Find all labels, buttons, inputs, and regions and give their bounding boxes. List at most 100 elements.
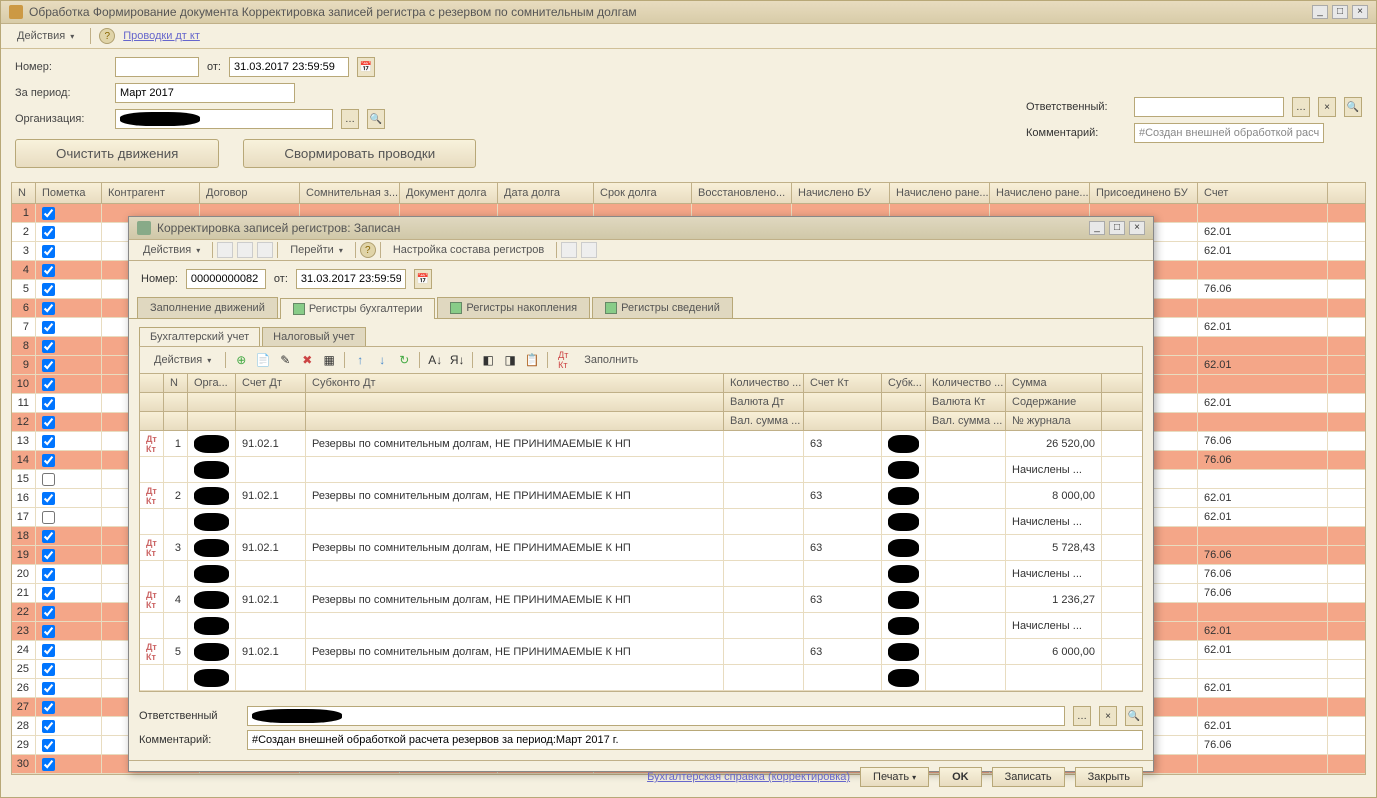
row-checkbox[interactable] bbox=[42, 264, 55, 277]
help-icon-2[interactable]: ? bbox=[360, 242, 376, 258]
main-col-7[interactable]: Срок долга bbox=[594, 183, 692, 203]
inner-col-1-2[interactable] bbox=[188, 393, 236, 411]
clear-movements-button[interactable]: Очистить движения bbox=[15, 139, 219, 168]
inner-col-1-9[interactable]: Содержание bbox=[1006, 393, 1102, 411]
toolbar-icon-1[interactable] bbox=[217, 242, 233, 258]
fill-button[interactable]: Заполнить bbox=[576, 352, 646, 368]
tab-2[interactable]: Регистры накопления bbox=[437, 297, 590, 318]
main-col-6[interactable]: Дата долга bbox=[498, 183, 594, 203]
row-checkbox[interactable] bbox=[42, 302, 55, 315]
row-checkbox[interactable] bbox=[42, 454, 55, 467]
inner-col-0-7[interactable]: Субк... bbox=[882, 374, 926, 392]
inner-comment-input[interactable] bbox=[247, 730, 1143, 750]
grid-icon[interactable]: ▦ bbox=[320, 351, 338, 369]
goto-menu[interactable]: Перейти bbox=[282, 242, 351, 258]
inner-row[interactable]: ДтКт591.02.1Резервы по сомнительным долг… bbox=[140, 639, 1142, 665]
toolbar-icon-4[interactable] bbox=[561, 242, 577, 258]
inner-col-1-0[interactable] bbox=[140, 393, 164, 411]
row-checkbox[interactable] bbox=[42, 283, 55, 296]
main-col-13[interactable]: Счет bbox=[1198, 183, 1328, 203]
inner-number-input[interactable] bbox=[186, 269, 266, 289]
inner-col-0-3[interactable]: Счет Дт bbox=[236, 374, 306, 392]
inner-row[interactable]: ДтКт391.02.1Резервы по сомнительным долг… bbox=[140, 535, 1142, 561]
row-checkbox[interactable] bbox=[42, 435, 55, 448]
inner-resp-search-icon[interactable]: 🔍 bbox=[1125, 706, 1143, 726]
tab-1[interactable]: Регистры бухгалтерии bbox=[280, 298, 436, 319]
inner-col-2-8[interactable]: Вал. сумма ... bbox=[926, 412, 1006, 430]
inner-maximize-button[interactable]: □ bbox=[1109, 221, 1125, 235]
main-col-1[interactable]: Пометка bbox=[36, 183, 102, 203]
icon-7[interactable]: ◨ bbox=[501, 351, 519, 369]
inner-col-2-1[interactable] bbox=[164, 412, 188, 430]
close-button[interactable]: × bbox=[1352, 5, 1368, 19]
row-checkbox[interactable] bbox=[42, 568, 55, 581]
inner-row[interactable]: ДтКт491.02.1Резервы по сомнительным долг… bbox=[140, 587, 1142, 613]
main-col-4[interactable]: Сомнительная з... bbox=[300, 183, 400, 203]
inner-row-2[interactable]: Начислены ... bbox=[140, 509, 1142, 535]
inner-col-0-4[interactable]: Субконто Дт bbox=[306, 374, 724, 392]
row-checkbox[interactable] bbox=[42, 416, 55, 429]
grid-actions-menu[interactable]: Действия bbox=[146, 352, 219, 368]
row-checkbox[interactable] bbox=[42, 701, 55, 714]
copy-icon[interactable]: 📄 bbox=[254, 351, 272, 369]
main-col-9[interactable]: Начислено БУ bbox=[792, 183, 890, 203]
inner-from-input[interactable] bbox=[296, 269, 406, 289]
main-col-10[interactable]: Начислено ране... bbox=[890, 183, 990, 203]
inner-col-1-4[interactable] bbox=[306, 393, 724, 411]
inner-col-1-6[interactable] bbox=[804, 393, 882, 411]
minimize-button[interactable]: _ bbox=[1312, 5, 1328, 19]
inner-row-2[interactable]: Начислены ... bbox=[140, 457, 1142, 483]
inner-col-0-0[interactable] bbox=[140, 374, 164, 392]
main-col-8[interactable]: Восстановлено... bbox=[692, 183, 792, 203]
resp-clear-button[interactable]: × bbox=[1318, 97, 1336, 117]
calendar-icon[interactable]: 📅 bbox=[357, 57, 375, 77]
row-checkbox[interactable] bbox=[42, 321, 55, 334]
toolbar-icon-2[interactable] bbox=[237, 242, 253, 258]
toolbar-icon-5[interactable] bbox=[581, 242, 597, 258]
org-select-button[interactable]: … bbox=[341, 109, 359, 129]
row-checkbox[interactable] bbox=[42, 625, 55, 638]
main-col-5[interactable]: Документ долга bbox=[400, 183, 498, 203]
row-checkbox[interactable] bbox=[42, 340, 55, 353]
icon-6[interactable]: ◧ bbox=[479, 351, 497, 369]
inner-col-2-0[interactable] bbox=[140, 412, 164, 430]
main-col-12[interactable]: Присоединено БУ bbox=[1090, 183, 1198, 203]
save-button[interactable]: Записать bbox=[992, 767, 1065, 787]
comment-input[interactable] bbox=[1134, 123, 1324, 143]
inner-col-0-9[interactable]: Сумма bbox=[1006, 374, 1102, 392]
row-checkbox[interactable] bbox=[42, 207, 55, 220]
help-icon[interactable]: ? bbox=[99, 28, 115, 44]
maximize-button[interactable]: □ bbox=[1332, 5, 1348, 19]
form-provodki-button[interactable]: Свормировать проводки bbox=[243, 139, 476, 168]
row-checkbox[interactable] bbox=[42, 587, 55, 600]
refresh-icon[interactable]: ↻ bbox=[395, 351, 413, 369]
inner-resp-select[interactable]: … bbox=[1073, 706, 1091, 726]
period-input[interactable] bbox=[115, 83, 295, 103]
inner-col-1-5[interactable]: Валюта Дт bbox=[724, 393, 804, 411]
inner-col-0-2[interactable]: Орга... bbox=[188, 374, 236, 392]
inner-col-1-8[interactable]: Валюта Кт bbox=[926, 393, 1006, 411]
resp-select-button[interactable]: … bbox=[1292, 97, 1310, 117]
inner-col-2-9[interactable]: № журнала bbox=[1006, 412, 1102, 430]
row-checkbox[interactable] bbox=[42, 720, 55, 733]
icon-8[interactable]: 📋 bbox=[523, 351, 541, 369]
inner-col-0-5[interactable]: Количество ... bbox=[724, 374, 804, 392]
row-checkbox[interactable] bbox=[42, 397, 55, 410]
actions-menu[interactable]: Действия bbox=[9, 28, 82, 44]
row-checkbox[interactable] bbox=[42, 511, 55, 524]
number-input[interactable] bbox=[115, 57, 199, 77]
main-col-0[interactable]: N bbox=[12, 183, 36, 203]
accounting-ref-link[interactable]: Бухгалтерская справка (корректировка) bbox=[647, 771, 850, 783]
dtkt-icon[interactable]: ДтКт bbox=[554, 351, 572, 369]
sort-asc-icon[interactable]: A↓ bbox=[426, 351, 444, 369]
row-checkbox[interactable] bbox=[42, 530, 55, 543]
edit-icon[interactable]: ✎ bbox=[276, 351, 294, 369]
inner-col-2-5[interactable]: Вал. сумма ... bbox=[724, 412, 804, 430]
from-date-input[interactable] bbox=[229, 57, 349, 77]
row-checkbox[interactable] bbox=[42, 663, 55, 676]
row-checkbox[interactable] bbox=[42, 644, 55, 657]
resp-search-icon[interactable]: 🔍 bbox=[1344, 97, 1362, 117]
inner-col-0-1[interactable]: N bbox=[164, 374, 188, 392]
tab-0[interactable]: Заполнение движений bbox=[137, 297, 278, 318]
inner-col-2-4[interactable] bbox=[306, 412, 724, 430]
